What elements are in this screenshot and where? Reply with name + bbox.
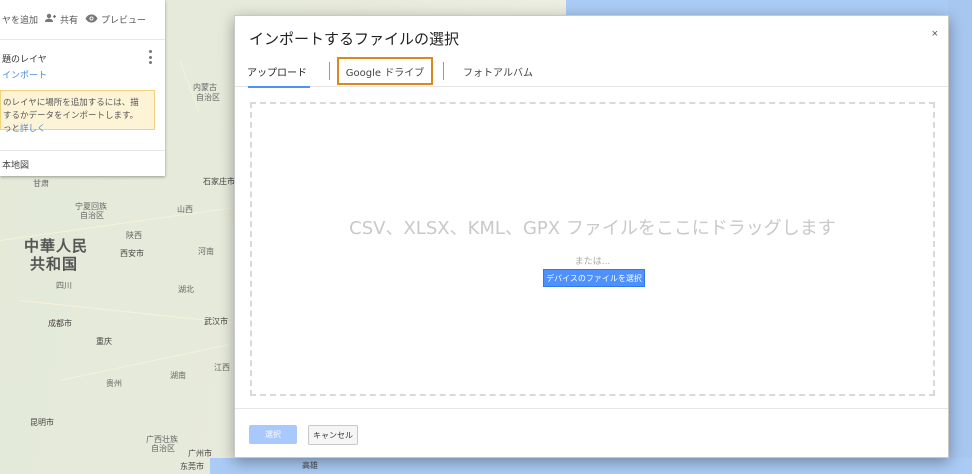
source-tabs: アップロード Google ドライブ フォトアルバム (235, 56, 948, 88)
drop-zone-instruction: CSV、XLSX、KML、GPX ファイルをここにドラッグします (349, 218, 836, 239)
sea-area (566, 0, 972, 16)
dialog-footer: 選択 キャンセル (235, 408, 948, 459)
map-label: 江西 (214, 363, 230, 372)
map-label: 自治区 (80, 211, 104, 220)
city-label: 广州市 (188, 449, 212, 458)
add-layer-label: ヤを追加 (2, 16, 39, 26)
city-label: 昆明市 (30, 418, 54, 427)
tab-photo-album[interactable]: フォトアルバム (460, 56, 536, 87)
city-label: 高雄 (302, 461, 318, 470)
share-button[interactable]: 共有 (45, 13, 78, 26)
sea-area-south (210, 458, 972, 474)
import-link[interactable]: インポート (0, 68, 165, 81)
map-road (59, 343, 231, 381)
preview-button[interactable]: プレビュー (85, 13, 146, 26)
map-label: 四川 (56, 281, 72, 290)
map-label: 湖南 (170, 371, 186, 380)
layers-panel: ヤを追加 共有 プレビュー 題のレイヤ インポート のレイヤに場所を追加するには… (0, 0, 165, 176)
layer-title[interactable]: 題のレイヤ (0, 52, 165, 65)
country-label-line2: 共和国 (30, 255, 79, 273)
notice-line: するかデータをインポートします。 (3, 111, 139, 121)
select-device-file-button[interactable]: デバイスのファイルを選択 (543, 269, 645, 287)
city-label: 重庆 (96, 337, 112, 346)
city-label: 武汉市 (204, 317, 228, 326)
map-label: 湖北 (178, 285, 194, 294)
country-label-line1: 中華人民 (24, 237, 89, 255)
more-vert-icon[interactable] (148, 50, 152, 64)
learn-more-link[interactable]: 詳しく (20, 124, 46, 134)
city-label: 成都市 (48, 319, 72, 328)
city-label: 东莞市 (180, 462, 204, 471)
panel-toolbar: ヤを追加 共有 プレビュー (0, 0, 165, 40)
city-label: 西安市 (120, 249, 144, 258)
notice-prefix: っと (3, 124, 21, 134)
eye-icon (85, 14, 98, 26)
dialog-title: インポートするファイルの選択 (249, 30, 460, 48)
import-dialog: インポートするファイルの選択 × アップロード Google ドライブ フォトア… (234, 15, 949, 458)
basemap-item[interactable]: 本地図 (0, 150, 165, 171)
city-label: 石家庄市 (203, 177, 235, 186)
map-label: 河南 (198, 247, 214, 256)
add-layer-button[interactable]: ヤを追加 (2, 13, 38, 26)
person-add-icon (45, 13, 57, 26)
tab-google-drive[interactable]: Google ドライブ (337, 57, 433, 85)
preview-label: プレビュー (101, 16, 147, 26)
share-label: 共有 (60, 16, 79, 26)
sea-area-east (948, 0, 972, 474)
map-road (0, 207, 232, 241)
tab-upload[interactable]: アップロード (244, 56, 310, 88)
close-icon[interactable]: × (932, 28, 938, 40)
drop-zone-or: または... (574, 257, 611, 267)
notice-line: のレイヤに場所を追加するには、描 (3, 98, 139, 108)
map-label: 陕西 (126, 231, 142, 240)
map-label: 自治区 (196, 93, 220, 102)
basemap-label: 本地図 (2, 161, 30, 171)
cancel-button[interactable]: キャンセル (308, 425, 358, 445)
layer-item[interactable]: 題のレイヤ インポート (0, 40, 165, 81)
file-drop-zone[interactable]: CSV、XLSX、KML、GPX ファイルをここにドラッグします または... … (250, 102, 935, 396)
tab-divider (329, 62, 330, 80)
country-label: 中華人民 共和国 (24, 237, 88, 273)
map-label: 甘肃 (33, 179, 49, 188)
tab-divider (443, 62, 444, 80)
map-label: 自治区 (151, 444, 175, 453)
notice-line: っと詳しく (3, 123, 150, 136)
map-label: 贵州 (106, 379, 122, 388)
empty-layer-notice: のレイヤに場所を追加するには、描 するかデータをインポートします。 っと詳しく (0, 90, 155, 134)
select-button[interactable]: 選択 (249, 425, 297, 444)
map-label: 山西 (177, 205, 193, 214)
